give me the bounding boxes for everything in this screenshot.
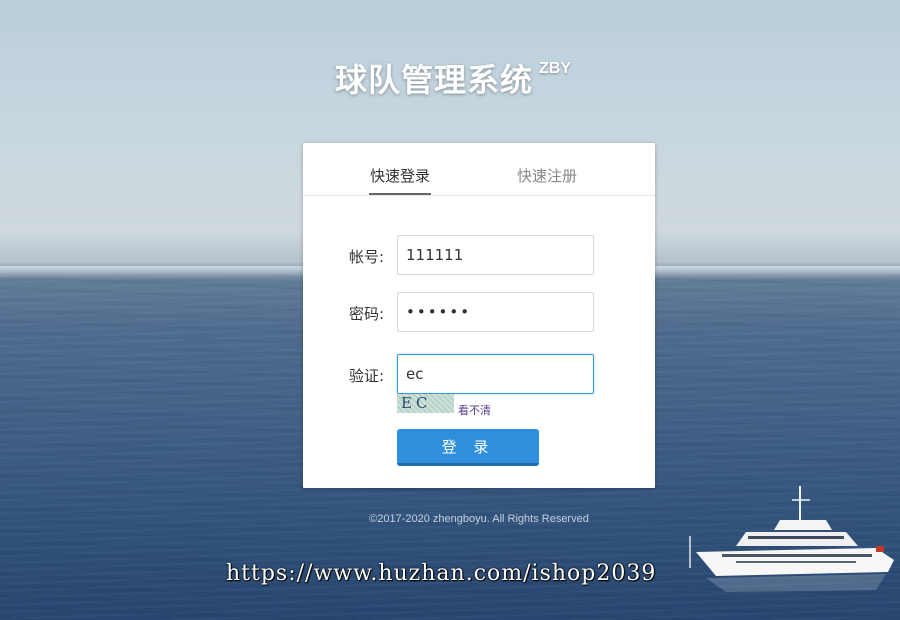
captcha-row: 验证: (303, 354, 655, 394)
app-title: 球队管理系统 ZBY (0, 55, 900, 101)
captcha-refresh-link[interactable]: 看不清 (458, 402, 491, 418)
login-card: 快速登录 快速注册 帐号: 密码: 验证: EC 看不清 登 录 (303, 143, 655, 488)
account-row: 帐号: (303, 235, 655, 275)
app-title-superscript: ZBY (539, 60, 571, 77)
account-input[interactable] (397, 235, 594, 275)
auth-tabs: 快速登录 快速注册 (303, 143, 655, 196)
captcha-label: 验证: (349, 367, 385, 385)
yacht-image (689, 486, 894, 592)
captcha-input[interactable] (397, 354, 594, 394)
active-tab-indicator (369, 193, 431, 195)
captcha-image[interactable]: EC (397, 394, 454, 413)
account-label: 帐号: (349, 248, 385, 266)
tab-quick-register[interactable]: 快速注册 (517, 165, 577, 186)
password-input[interactable] (397, 292, 594, 332)
app-title-text: 球队管理系统 (334, 61, 533, 99)
tab-quick-login[interactable]: 快速登录 (370, 165, 430, 186)
login-button[interactable]: 登 录 (397, 429, 539, 466)
watermark-url: https://www.huzhan.com/ishop2039 (226, 561, 657, 586)
password-row: 密码: (303, 292, 655, 332)
password-label: 密码: (349, 305, 385, 323)
